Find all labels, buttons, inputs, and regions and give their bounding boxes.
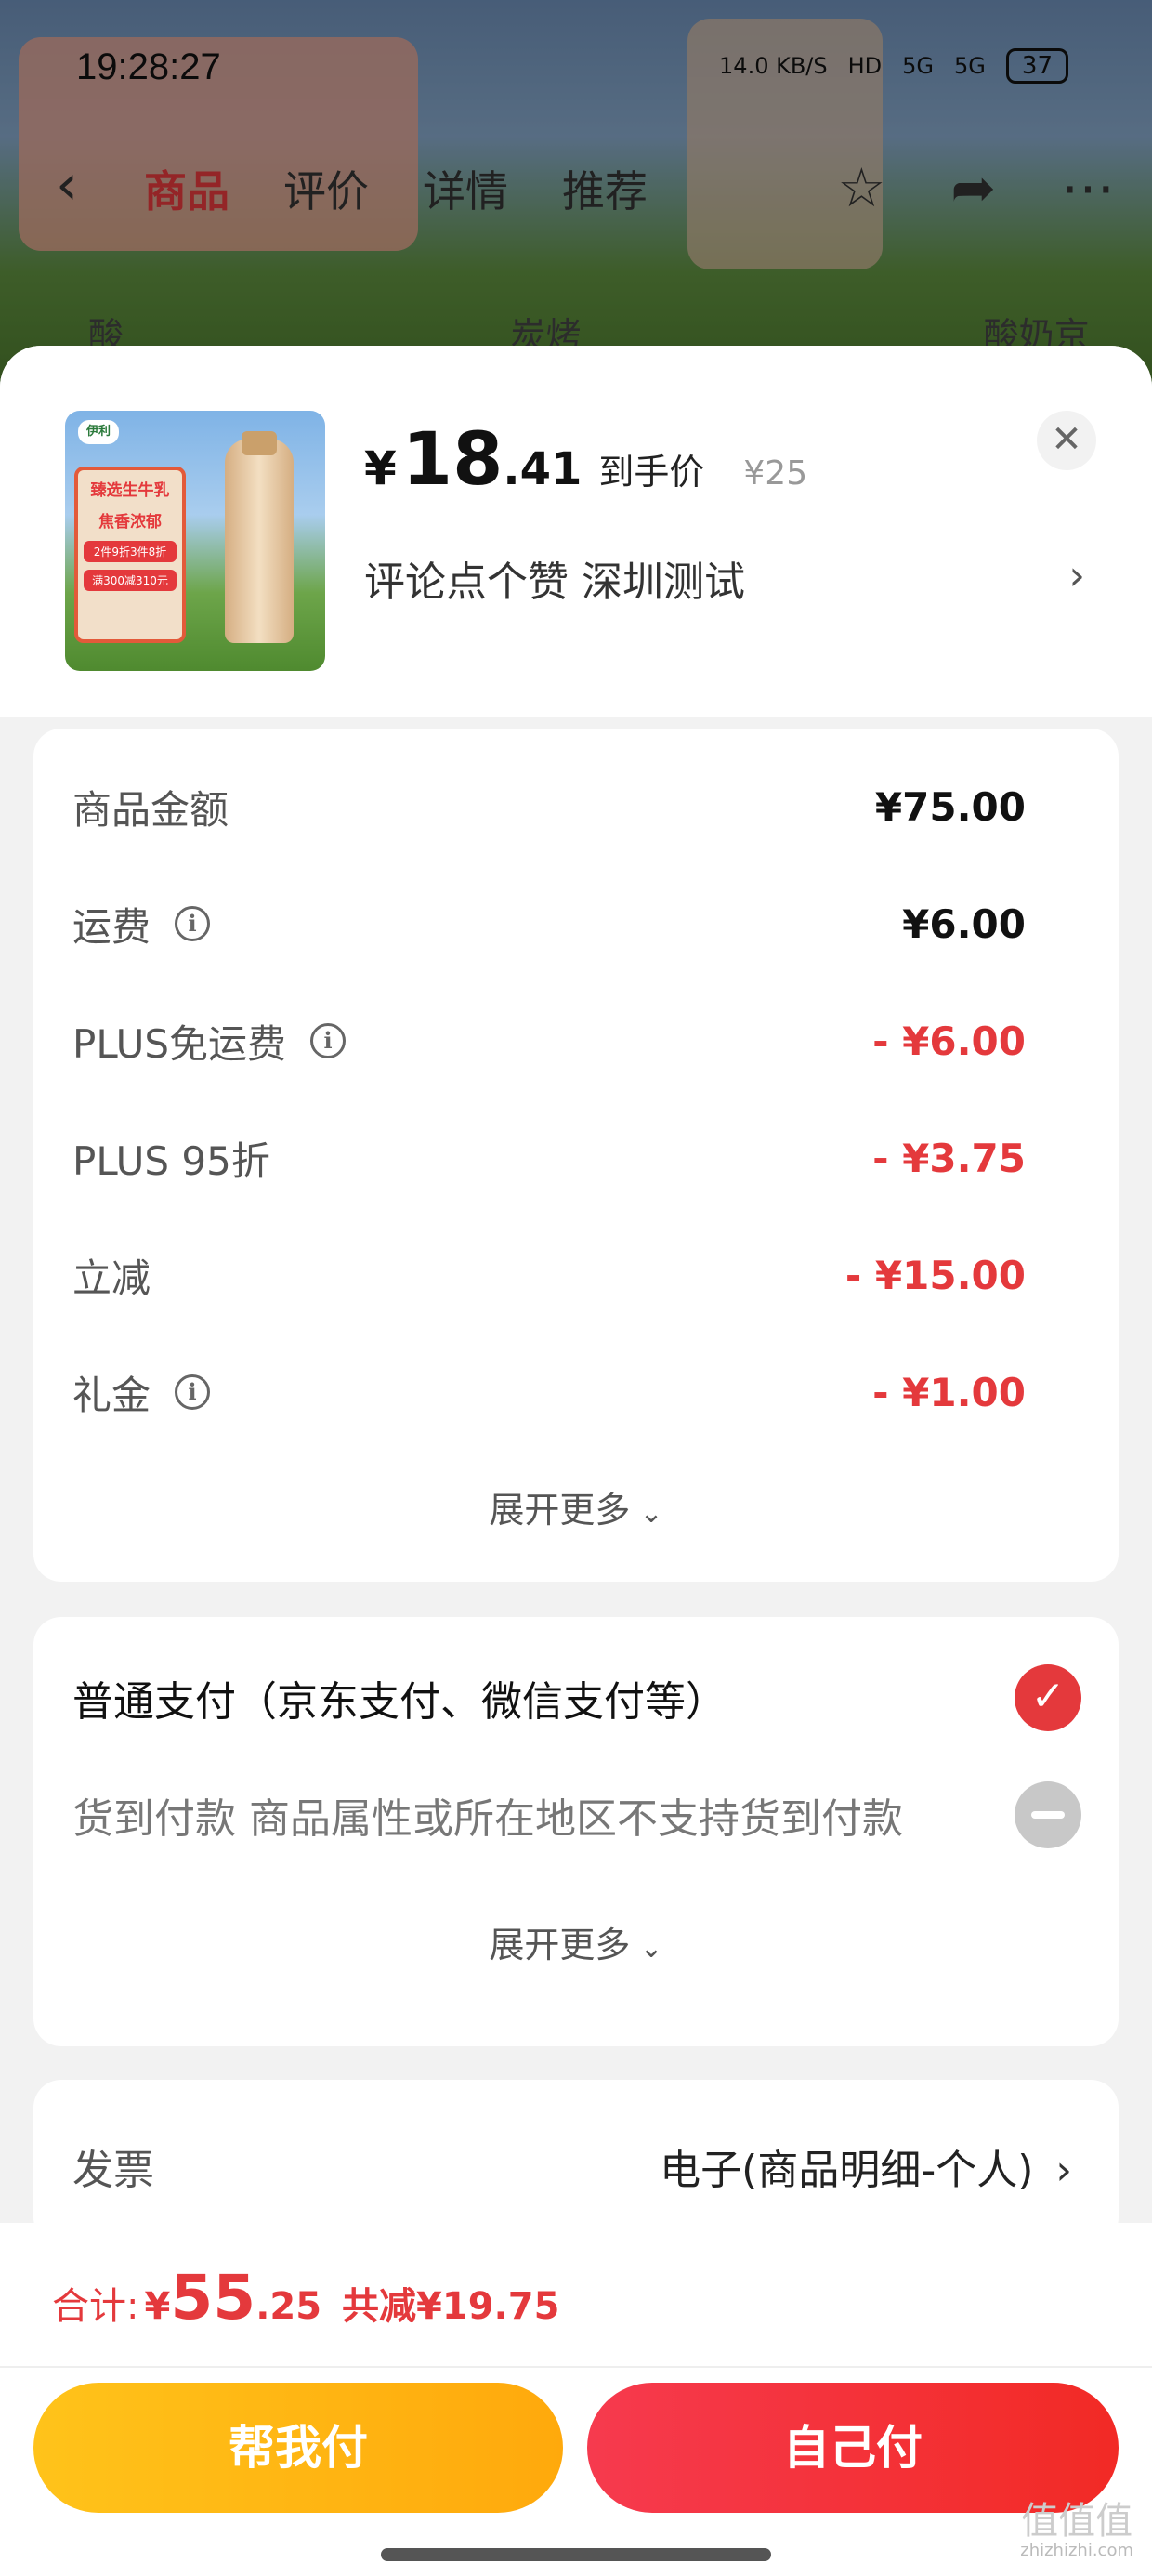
price-tag: 到手价	[598, 452, 705, 493]
close-button[interactable]: ✕	[1037, 411, 1096, 470]
total-price: 合计: ¥ 55 .25 共减¥19.75	[52, 2262, 559, 2333]
total-decimal: .25	[255, 2285, 322, 2328]
disabled-icon	[1015, 1781, 1081, 1848]
original-price: ¥25	[743, 454, 808, 493]
banner-line: 满300减310元	[84, 570, 177, 591]
price-currency: ¥	[364, 441, 397, 495]
cost-row: 礼金 i - ¥1.00	[72, 1364, 1026, 1420]
watermark-sub: zhizhizhi.com	[1020, 2541, 1133, 2560]
cost-label: PLUS免运费 i	[72, 1013, 347, 1070]
chevron-down-icon: ⌄	[639, 1497, 663, 1530]
cost-label-text: 礼金	[72, 1372, 151, 1418]
info-icon[interactable]: i	[175, 1374, 211, 1410]
promo-text[interactable]: 评论点个赞 深圳测试	[364, 548, 745, 608]
cost-label: 立减	[72, 1247, 151, 1304]
cost-label-text: 商品金额	[72, 786, 229, 833]
bottle-cap	[242, 431, 277, 455]
watermark-text: 值值值	[1021, 2500, 1133, 2543]
info-icon[interactable]: i	[175, 906, 211, 941]
expand-label: 展开更多	[489, 1490, 631, 1531]
total-saved: 共减¥19.75	[342, 2285, 560, 2328]
cost-value: - ¥6.00	[872, 1018, 1026, 1064]
cost-value: ¥75.00	[874, 783, 1026, 830]
invoice-value-group: 电子(商品明细-个人) ›	[660, 2136, 1072, 2196]
banner-line: 臻选生牛乳	[90, 481, 170, 500]
expand-more-button[interactable]: 展开更多 ⌄	[33, 1916, 1119, 1967]
self-pay-button[interactable]: 自己付	[587, 2383, 1119, 2513]
invoice-value: 电子(商品明细-个人)	[660, 2147, 1034, 2194]
cost-label-text: 运费	[72, 903, 151, 950]
cost-row: PLUS 95折 - ¥3.75	[72, 1130, 1026, 1186]
product-summary: 伊利 臻选生牛乳 焦香浓郁 2件9折3件8折 满300减310元 ¥ 18 .4…	[0, 346, 1152, 717]
cost-label: 商品金额	[72, 779, 229, 835]
cost-label: 运费 i	[72, 896, 211, 953]
invoice-row[interactable]: 发票 电子(商品明细-个人) ›	[72, 2134, 1072, 2199]
banner-line: 2件9折3件8折	[84, 541, 177, 562]
bottle-image	[225, 439, 294, 643]
checkmark-icon[interactable]: ✓	[1015, 1664, 1081, 1731]
cost-label: PLUS 95折	[72, 1130, 270, 1187]
cost-row: PLUS免运费 i - ¥6.00	[72, 1013, 1026, 1069]
price-integer: 18	[401, 418, 504, 502]
banner-line: 焦香浓郁	[98, 513, 162, 532]
cost-value: - ¥3.75	[872, 1135, 1026, 1181]
expand-more-button[interactable]: 展开更多 ⌄	[33, 1481, 1119, 1532]
chevron-right-icon[interactable]: ›	[1068, 552, 1085, 599]
final-price: ¥ 18 .41 到手价 ¥25	[364, 418, 807, 502]
watermark: 值值值 zhizhizhi.com	[1020, 2502, 1133, 2561]
info-icon[interactable]: i	[310, 1023, 347, 1058]
help-pay-button[interactable]: 帮我付	[33, 2383, 563, 2513]
divider	[0, 2366, 1152, 2368]
total-label: 合计:	[52, 2285, 139, 2328]
home-indicator[interactable]	[381, 2548, 771, 2561]
cost-row: 运费 i ¥6.00	[72, 896, 1026, 952]
cost-label-text: 立减	[72, 1255, 151, 1301]
brand-logo: 伊利	[78, 420, 119, 444]
thumbnail-banner: 臻选生牛乳 焦香浓郁 2件9折3件8折 满300减310元	[74, 467, 186, 643]
payment-option-label: 货到付款 商品属性或所在地区不支持货到付款	[72, 1795, 903, 1843]
cost-value: - ¥15.00	[844, 1252, 1026, 1298]
payment-option-cod: 货到付款 商品属性或所在地区不支持货到付款	[72, 1781, 1081, 1848]
total-currency: ¥	[144, 2285, 171, 2328]
product-thumbnail: 伊利 臻选生牛乳 焦香浓郁 2件9折3件8折 满300减310元	[65, 411, 325, 671]
price-decimal: .41	[503, 443, 583, 495]
cost-breakdown-card: 商品金额 ¥75.00 运费 i ¥6.00 PLUS免运费 i - ¥6.00 P…	[33, 729, 1119, 1582]
total-integer: 55	[170, 2262, 256, 2333]
chevron-right-icon: ›	[1055, 2147, 1072, 2194]
cost-row: 立减 - ¥15.00	[72, 1247, 1026, 1303]
cost-row: 商品金额 ¥75.00	[72, 779, 1026, 835]
cost-value: ¥6.00	[902, 900, 1026, 947]
expand-label: 展开更多	[489, 1925, 631, 1965]
cost-value: - ¥1.00	[872, 1369, 1026, 1415]
invoice-card[interactable]: 发票 电子(商品明细-个人) ›	[33, 2080, 1119, 2245]
payment-option-normal[interactable]: 普通支付（京东支付、微信支付等） ✓	[72, 1664, 1081, 1731]
chevron-down-icon: ⌄	[639, 1932, 663, 1965]
cost-label: 礼金 i	[72, 1364, 211, 1421]
payment-method-card: 普通支付（京东支付、微信支付等） ✓ 货到付款 商品属性或所在地区不支持货到付款…	[33, 1617, 1119, 2046]
invoice-label: 发票	[72, 2147, 154, 2194]
cost-label-text: PLUS免运费	[72, 1020, 287, 1067]
payment-option-label: 普通支付（京东支付、微信支付等）	[72, 1678, 727, 1726]
checkout-bar: 合计: ¥ 55 .25 共减¥19.75 帮我付 自己付 值值值 zhizhi…	[0, 2223, 1152, 2576]
cost-label-text: PLUS 95折	[72, 1137, 270, 1184]
